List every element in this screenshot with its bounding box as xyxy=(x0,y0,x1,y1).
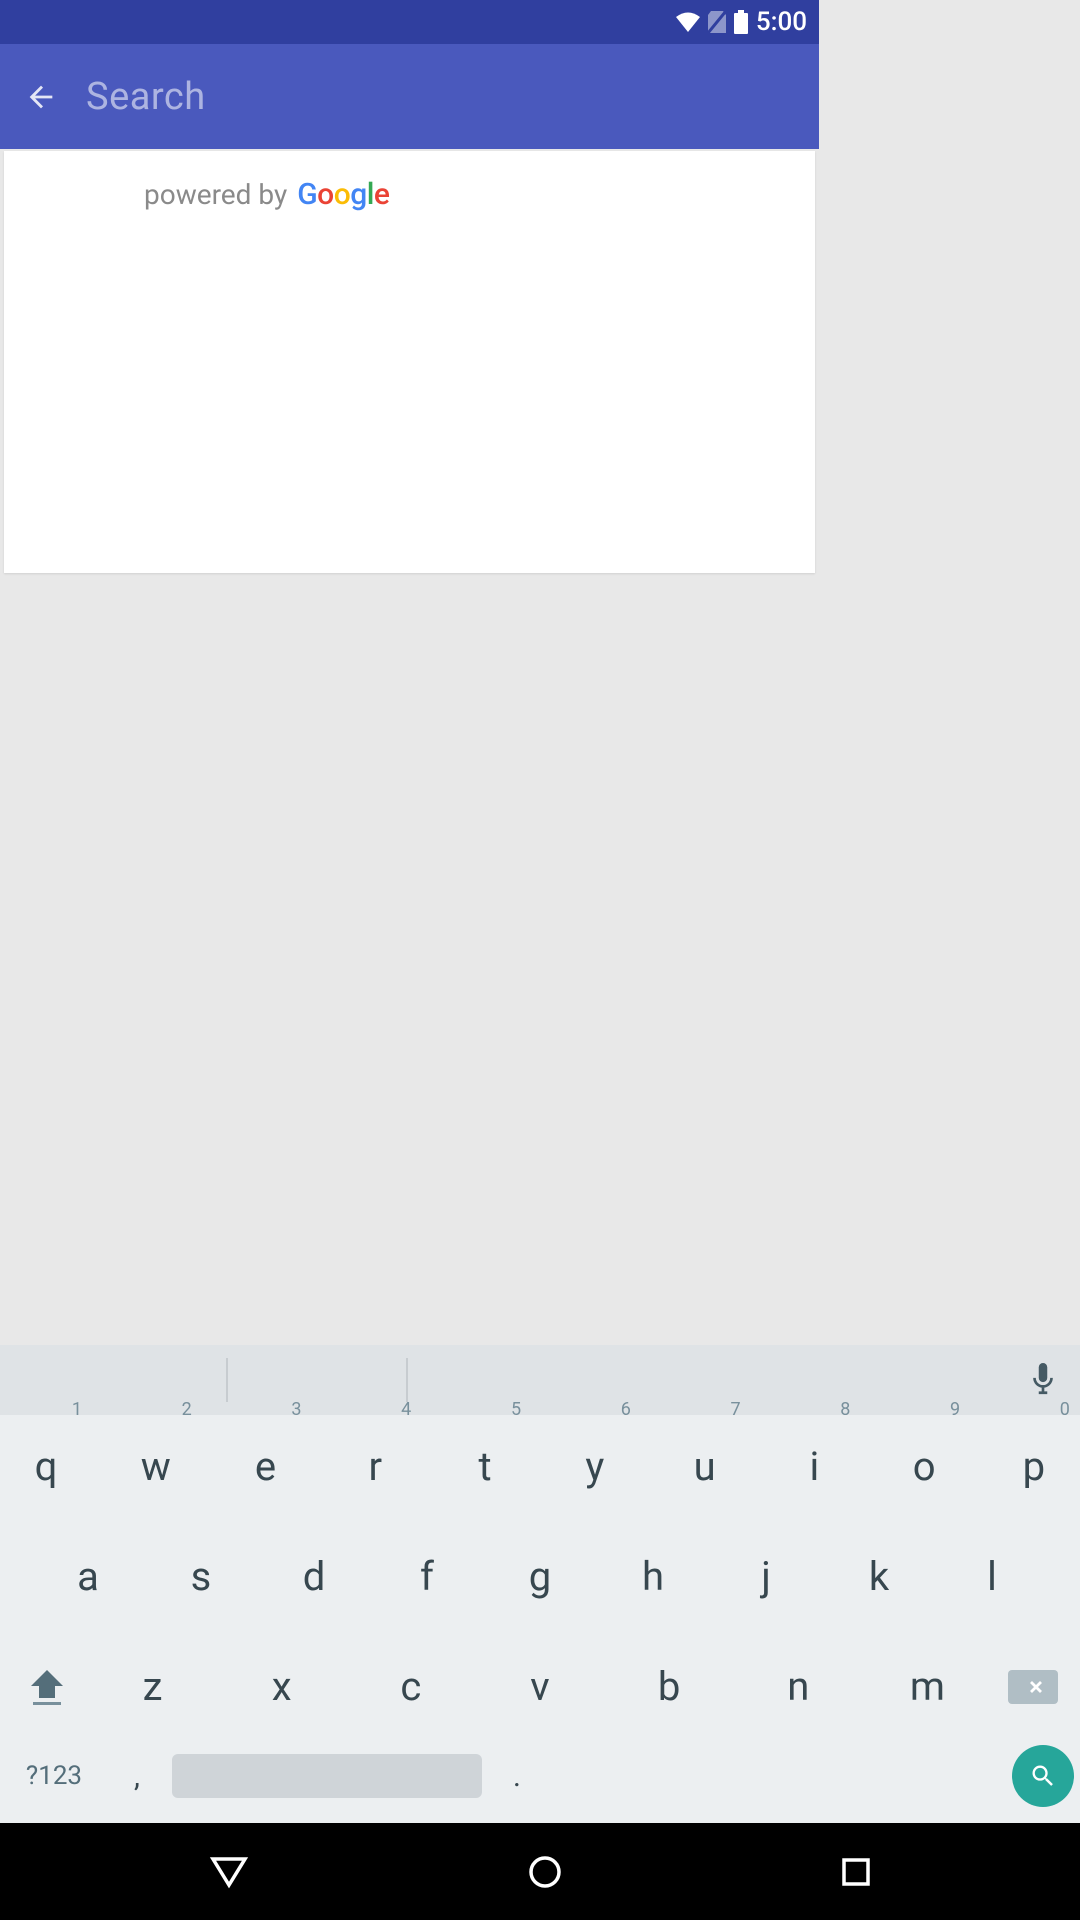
status-bar: 5:00 xyxy=(0,0,819,44)
key-x[interactable]: x xyxy=(242,1647,322,1727)
battery-icon xyxy=(734,10,748,34)
key-hint: 7 xyxy=(730,1401,740,1419)
key-v[interactable]: v xyxy=(500,1647,580,1727)
comma-key[interactable]: , xyxy=(102,1759,172,1794)
key-g[interactable]: g xyxy=(500,1537,580,1617)
key-a[interactable]: a xyxy=(48,1537,128,1617)
wifi-icon xyxy=(676,12,700,32)
key-u[interactable]: u7 xyxy=(665,1427,745,1507)
key-hint: 2 xyxy=(182,1401,192,1419)
nav-recent-icon[interactable] xyxy=(841,1857,871,1887)
key-y[interactable]: y6 xyxy=(555,1427,635,1507)
key-j[interactable]: j xyxy=(726,1537,806,1617)
key-hint: 6 xyxy=(621,1401,631,1419)
results-card: powered by Google xyxy=(4,151,815,573)
system-nav-bar xyxy=(0,1823,1080,1920)
search-input[interactable] xyxy=(86,75,795,119)
nav-back-icon[interactable] xyxy=(209,1855,249,1889)
key-row-2: asdfghjkl xyxy=(4,1537,1076,1617)
key-b[interactable]: b xyxy=(629,1647,709,1727)
key-hint: 3 xyxy=(291,1401,301,1419)
soft-keyboard: q1 w2 e3 r4 t5 y6 u7 i8 o9 p0 asdfghjkl zxcvbnm ?… xyxy=(0,1345,1080,1823)
suggestion-divider xyxy=(226,1358,228,1402)
key-n[interactable]: n xyxy=(758,1647,838,1727)
key-h[interactable]: h xyxy=(613,1537,693,1617)
key-p[interactable]: p0 xyxy=(994,1427,1074,1507)
nav-home-icon[interactable] xyxy=(528,1855,562,1889)
space-key[interactable] xyxy=(172,1754,482,1798)
suggestion-divider xyxy=(406,1358,408,1402)
key-l[interactable]: l xyxy=(952,1537,1032,1617)
shift-key[interactable] xyxy=(6,1670,88,1705)
search-action-key[interactable] xyxy=(1012,1745,1074,1807)
key-row-1: q1 w2 e3 r4 t5 y6 u7 i8 o9 p0 xyxy=(4,1427,1076,1507)
key-hint: 1 xyxy=(72,1401,82,1419)
key-hint: 4 xyxy=(401,1401,411,1419)
key-d[interactable]: d xyxy=(274,1537,354,1617)
key-hint: 8 xyxy=(840,1401,850,1419)
google-logo: Google xyxy=(297,177,389,212)
key-t[interactable]: t5 xyxy=(445,1427,525,1507)
key-z[interactable]: z xyxy=(113,1647,193,1727)
key-row-4: ?123 , . xyxy=(4,1745,1076,1813)
key-o[interactable]: o9 xyxy=(884,1427,964,1507)
content-area: powered by Google xyxy=(0,149,819,573)
key-hint: 5 xyxy=(511,1401,521,1419)
key-s[interactable]: s xyxy=(161,1537,241,1617)
period-key[interactable]: . xyxy=(482,1759,552,1794)
key-w[interactable]: w2 xyxy=(116,1427,196,1507)
suggestion-bar xyxy=(0,1345,1080,1415)
key-r[interactable]: r4 xyxy=(335,1427,415,1507)
no-sim-icon xyxy=(708,11,726,33)
mic-icon[interactable] xyxy=(1030,1363,1056,1397)
key-k[interactable]: k xyxy=(839,1537,919,1617)
key-c[interactable]: c xyxy=(371,1647,451,1727)
app-bar xyxy=(0,44,819,149)
powered-by-text: powered by xyxy=(144,178,287,211)
backspace-key[interactable] xyxy=(992,1670,1074,1704)
symbols-key[interactable]: ?123 xyxy=(6,1761,102,1791)
powered-by-label: powered by Google xyxy=(144,177,783,212)
key-q[interactable]: q1 xyxy=(6,1427,86,1507)
key-row-3: zxcvbnm xyxy=(4,1647,1076,1727)
back-arrow-icon[interactable] xyxy=(24,80,58,114)
key-m[interactable]: m xyxy=(887,1647,967,1727)
key-hint: 0 xyxy=(1060,1401,1070,1419)
key-hint: 9 xyxy=(950,1401,960,1419)
status-time: 5:00 xyxy=(756,7,807,37)
key-e[interactable]: e3 xyxy=(226,1427,306,1507)
key-f[interactable]: f xyxy=(387,1537,467,1617)
key-i[interactable]: i8 xyxy=(774,1427,854,1507)
